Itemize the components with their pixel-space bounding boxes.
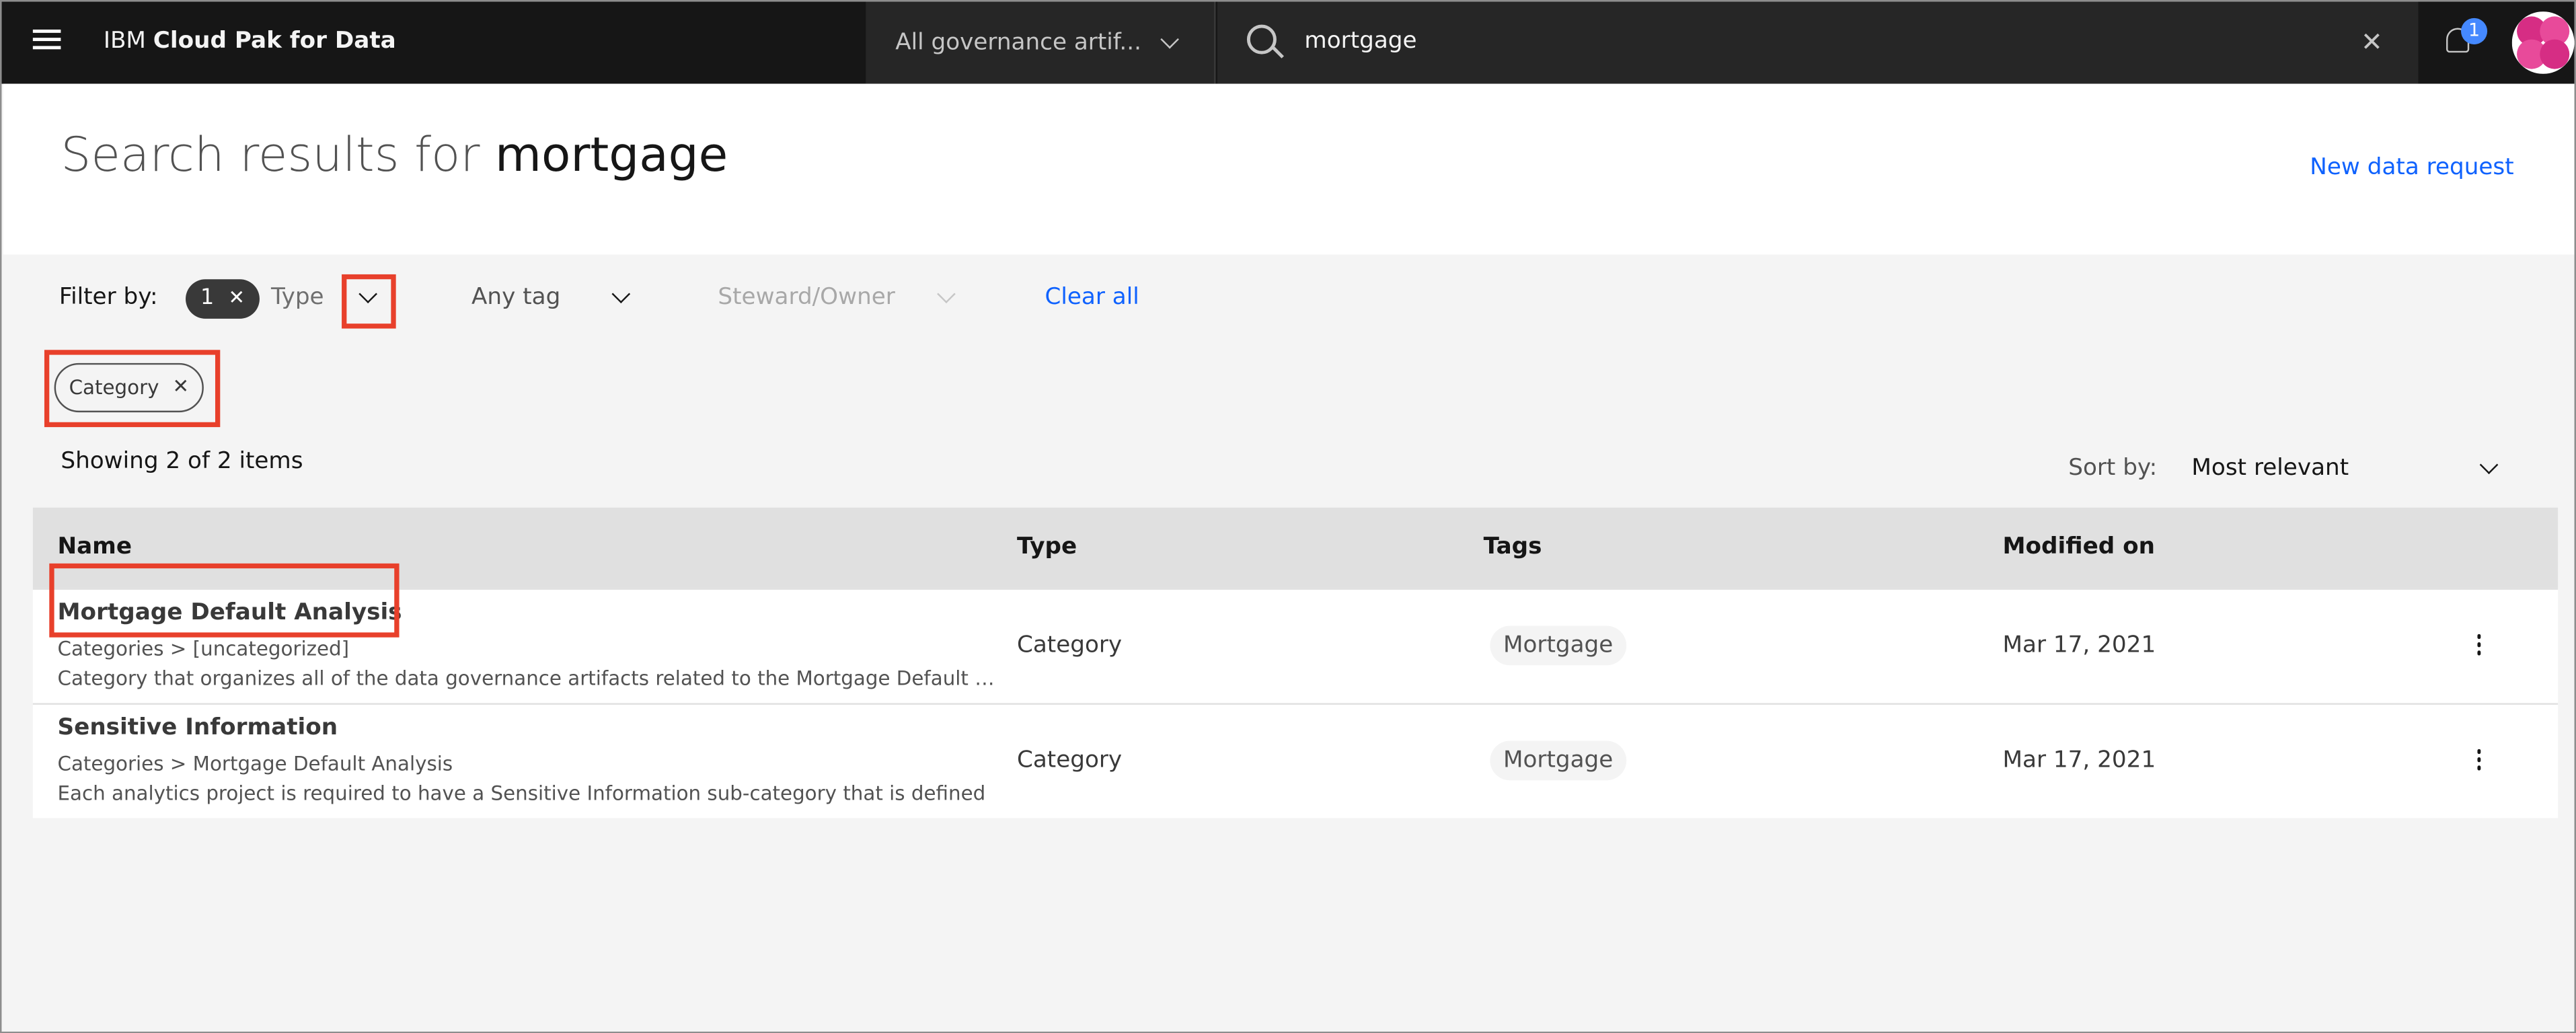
sort-select[interactable]: Most relevant [2170, 442, 2507, 494]
brand-prefix: IBM [103, 28, 146, 54]
table-row[interactable]: Mortgage Default Analysis Categories > [… [32, 588, 2559, 703]
top-header: IBM Cloud Pak for Data All governance ar… [1, 1, 2575, 84]
table-header: Name Type Tags Modified on [32, 507, 2559, 588]
avatar[interactable] [2511, 11, 2575, 74]
column-tags[interactable]: Tags [1484, 534, 1542, 560]
brand-name: Cloud Pak for Data [153, 28, 396, 54]
clear-type-filter-icon[interactable]: ✕ [229, 286, 245, 309]
scope-select-value: All governance artif... [895, 29, 1141, 56]
table-row[interactable]: Sensitive Information Categories > Mortg… [32, 703, 2559, 818]
row-name-link[interactable]: Sensitive Information [57, 715, 338, 741]
filter-count: 1 [200, 286, 215, 311]
row-type: Category [1016, 632, 1123, 659]
chevron-down-icon[interactable] [611, 284, 631, 304]
column-type[interactable]: Type [1017, 534, 1077, 560]
overflow-menu-icon[interactable] [2474, 634, 2485, 660]
chip-label: Category [69, 376, 159, 399]
category-filter-chip[interactable]: Category ✕ [54, 362, 204, 413]
title-prefix: Search results for [61, 126, 480, 183]
search-value[interactable]: mortgage [1304, 28, 1416, 54]
filter-label: Filter by: [59, 284, 158, 311]
overflow-menu-icon[interactable] [2474, 749, 2485, 775]
clear-search-icon[interactable]: ✕ [2361, 26, 2383, 57]
chevron-down-icon[interactable] [937, 284, 956, 304]
results-summary: Showing 2 of 2 items [61, 448, 303, 475]
app: IBM Cloud Pak for Data All governance ar… [0, 0, 2576, 1033]
column-name[interactable]: Name [57, 534, 132, 560]
row-path: Categories > [uncategorized] [57, 637, 350, 660]
row-modified: Mar 17, 2021 [2002, 747, 2156, 774]
row-name-highlight [49, 563, 400, 638]
notifications-button[interactable]: 1 [2419, 1, 2507, 83]
title-query: mortgage [495, 126, 728, 183]
type-filter-label[interactable]: Type [271, 284, 324, 311]
row-type: Category [1016, 747, 1123, 774]
sort-label: Sort by: [2068, 455, 2158, 482]
column-modified[interactable]: Modified on [2003, 534, 2156, 560]
page-title: Search results for mortgage [61, 126, 728, 182]
clear-all-link[interactable]: Clear all [1045, 284, 1139, 311]
search-input[interactable]: mortgage ✕ [1217, 1, 2419, 84]
row-tag[interactable]: Mortgage [1490, 625, 1626, 666]
scope-select[interactable]: All governance artif... [866, 1, 1216, 84]
menu-icon[interactable] [32, 29, 61, 52]
chevron-down-icon [2479, 455, 2499, 475]
new-data-request-link[interactable]: New data request [2310, 155, 2513, 181]
search-icon [1246, 24, 1277, 54]
row-modified: Mar 17, 2021 [2002, 632, 2156, 659]
row-tag[interactable]: Mortgage [1490, 740, 1626, 781]
row-description: Each analytics project is required to ha… [57, 781, 986, 805]
tag-filter[interactable]: Any tag [471, 284, 560, 311]
type-filter-count[interactable]: 1 ✕ [186, 279, 260, 319]
chevron-down-icon [1160, 30, 1179, 49]
brand[interactable]: IBM Cloud Pak for Data [104, 28, 396, 54]
sort-value: Most relevant [2191, 455, 2349, 482]
remove-chip-icon[interactable]: ✕ [172, 375, 189, 397]
row-description: Category that organizes all of the data … [57, 666, 997, 690]
row-path: Categories > Mortgage Default Analysis [57, 752, 453, 775]
steward-filter[interactable]: Steward/Owner [718, 284, 895, 311]
results-table: Name Type Tags Modified on Mortgage Defa… [32, 507, 2559, 818]
notification-badge: 1 [2461, 17, 2488, 44]
